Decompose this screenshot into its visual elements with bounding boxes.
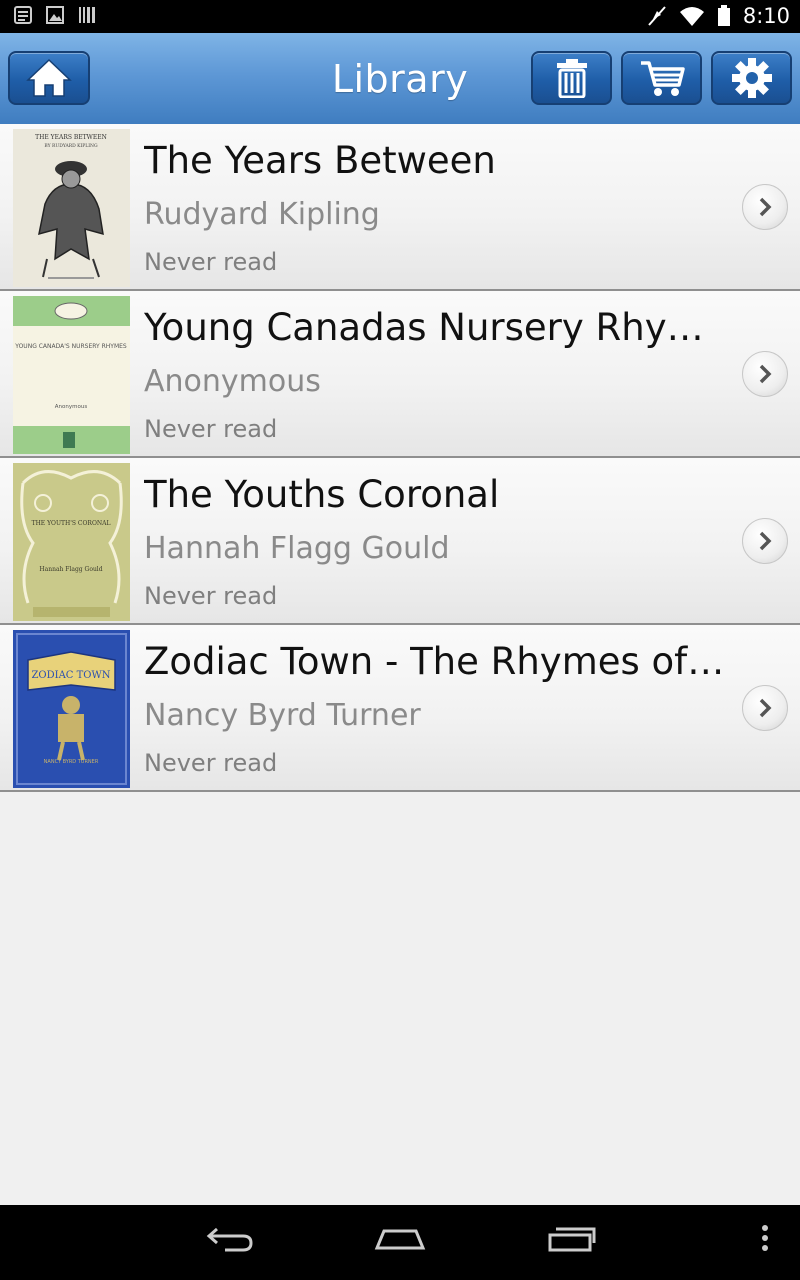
book-author: Nancy Byrd Turner [144, 698, 421, 733]
book-author: Hannah Flagg Gould [144, 531, 450, 566]
settings-button[interactable] [711, 51, 792, 105]
clock: 8:10 [742, 4, 790, 28]
book-title: Young Canadas Nursery Rhym… [144, 306, 729, 349]
wifi-icon [679, 7, 704, 26]
store-button[interactable] [621, 51, 702, 105]
book-cover: THE YOUTH'S CORONAL Hannah Flagg Gould [13, 463, 130, 621]
image-icon [46, 6, 64, 24]
mute-icon [648, 6, 666, 26]
read-status: Never read [144, 248, 278, 276]
book-cover: YOUNG CANADA'S NURSERY RHYMES Anonymous [13, 296, 130, 454]
battery-icon [717, 5, 730, 26]
book-row[interactable]: THE YOUTH'S CORONAL Hannah Flagg Gould T… [0, 458, 800, 625]
barcode-icon [79, 7, 95, 23]
back-button[interactable] [205, 1223, 255, 1253]
book-list: THE YEARS BETWEEN BY RUDYARD KIPLING The… [0, 124, 800, 792]
book-cover: ZODIAC TOWN NANCY BYRD TURNER [13, 630, 130, 788]
svg-text:THE YEARS BETWEEN: THE YEARS BETWEEN [35, 134, 107, 141]
open-book-button[interactable] [742, 351, 788, 397]
trash-icon [556, 59, 587, 98]
overflow-menu-icon [762, 1225, 768, 1251]
svg-text:BY RUDYARD KIPLING: BY RUDYARD KIPLING [44, 143, 98, 149]
action-bar: Library [0, 33, 800, 125]
cart-icon [640, 61, 685, 96]
chevron-right-icon [759, 364, 772, 384]
notification-list-icon [14, 6, 32, 24]
chevron-right-icon [759, 197, 772, 217]
open-book-button[interactable] [742, 685, 788, 731]
delete-button[interactable] [531, 51, 612, 105]
book-title: The Years Between [144, 139, 496, 182]
read-status: Never read [144, 582, 278, 610]
recent-apps-button[interactable] [546, 1223, 596, 1253]
notification-icons [14, 6, 96, 24]
book-author: Anonymous [144, 364, 321, 399]
system-icons: 8:10 [647, 4, 790, 28]
book-row[interactable]: YOUNG CANADA'S NURSERY RHYMES Anonymous … [0, 291, 800, 458]
status-bar: 8:10 [0, 0, 800, 33]
gear-icon [731, 58, 772, 98]
book-author: Rudyard Kipling [144, 197, 380, 232]
home-nav-button[interactable] [374, 1223, 426, 1253]
read-status: Never read [144, 415, 278, 443]
open-book-button[interactable] [742, 184, 788, 230]
book-row[interactable]: THE YEARS BETWEEN BY RUDYARD KIPLING The… [0, 124, 800, 291]
chevron-right-icon [759, 698, 772, 718]
book-title: Zodiac Town - The Rhymes of… [144, 640, 725, 683]
svg-text:Anonymous: Anonymous [55, 404, 88, 410]
navigation-bar [0, 1205, 800, 1280]
svg-text:YOUNG CANADA'S NURSERY RHYMES: YOUNG CANADA'S NURSERY RHYMES [14, 343, 127, 350]
recent-apps-icon [548, 1227, 596, 1252]
back-icon [206, 1227, 253, 1252]
chevron-right-icon [759, 531, 772, 551]
open-book-button[interactable] [742, 518, 788, 564]
menu-button[interactable] [760, 1223, 770, 1253]
book-title: The Youths Coronal [144, 473, 500, 516]
svg-text:ZODIAC TOWN: ZODIAC TOWN [31, 670, 110, 681]
svg-text:THE YOUTH'S CORONAL: THE YOUTH'S CORONAL [32, 520, 111, 527]
home-outline-icon [374, 1229, 426, 1250]
svg-text:Hannah Flagg Gould: Hannah Flagg Gould [39, 566, 102, 573]
book-row[interactable]: ZODIAC TOWN NANCY BYRD TURNER Zodiac Tow… [0, 625, 800, 792]
book-cover: THE YEARS BETWEEN BY RUDYARD KIPLING [13, 129, 130, 287]
svg-text:NANCY BYRD TURNER: NANCY BYRD TURNER [44, 759, 99, 765]
read-status: Never read [144, 749, 278, 777]
